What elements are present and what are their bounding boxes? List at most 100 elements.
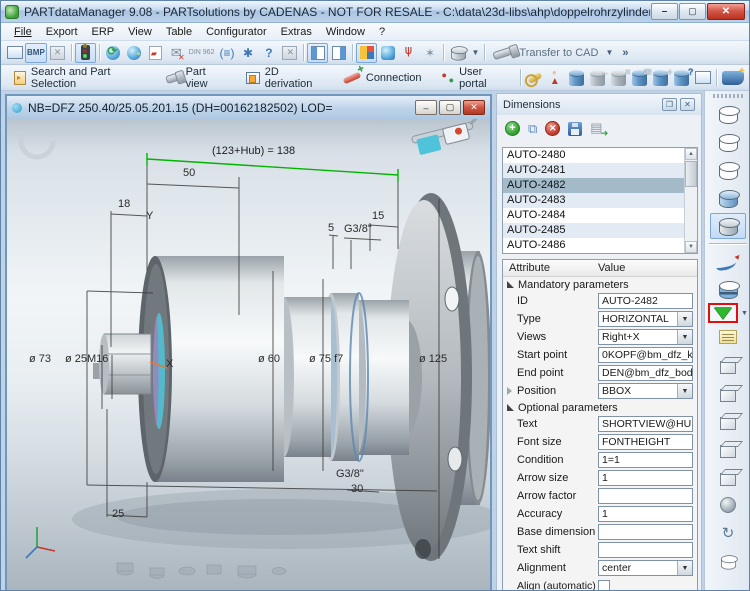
mail-remove-icon[interactable]: ✉ [166, 43, 187, 63]
wizard-wand-icon[interactable]: ✶ [419, 43, 440, 63]
base-dimension-field[interactable] [598, 524, 693, 540]
update-globe-icon[interactable] [103, 43, 124, 63]
dimension-list-item[interactable]: AUTO-2483 [503, 193, 697, 208]
connection-button[interactable]: Connection [333, 67, 432, 89]
price-cart-icon[interactable] [47, 43, 68, 63]
world-catalog-icon[interactable] [124, 43, 145, 63]
hierarchy-icon[interactable] [398, 43, 419, 63]
database-query-icon[interactable]: ? [671, 68, 692, 88]
cube-view-icon[interactable] [710, 464, 746, 490]
type-dropdown[interactable]: HORIZONTAL [598, 311, 693, 327]
panel-float-icon[interactable]: ❐ [662, 98, 677, 111]
copy-dimension-button[interactable] [528, 121, 537, 137]
rotate-view-icon[interactable] [710, 520, 746, 546]
start-point-field[interactable]: 0KOPF@bm_dfz_kopf_vorne [598, 347, 693, 363]
dimension-list-item[interactable]: AUTO-2480 [503, 148, 697, 163]
cylinder-active-icon[interactable] [710, 213, 746, 239]
menu-file[interactable]: File [7, 25, 39, 39]
position-dropdown[interactable]: BBOX [598, 383, 693, 399]
cube-view-icon[interactable] [710, 408, 746, 434]
menu-export[interactable]: Export [39, 25, 85, 39]
save-dimensions-button[interactable] [568, 122, 582, 136]
cube-view-icon[interactable] [710, 380, 746, 406]
2d-derivation-button[interactable]: 2D derivation [236, 67, 333, 89]
menu-help[interactable]: ? [372, 25, 392, 39]
menu-window[interactable]: Window [319, 25, 372, 39]
arrow-size-field[interactable]: 1 [598, 470, 693, 486]
part-view-button[interactable]: Part view [156, 67, 236, 89]
login-key-icon[interactable] [524, 68, 545, 88]
list-scrollbar[interactable]: ▲ ▼ [684, 148, 697, 253]
cylinder-small-icon[interactable] [710, 548, 746, 574]
user-account-icon[interactable] [545, 68, 566, 88]
text-field[interactable]: SHORTVIEW@HUB2D ENDIF} [598, 416, 693, 432]
menu-extras[interactable]: Extras [274, 25, 319, 39]
equation-icon[interactable]: (≡) [216, 43, 237, 63]
dimension-list[interactable]: AUTO-2480AUTO-2481AUTO-2482AUTO-2483 AUTO… [502, 147, 698, 254]
dimension-type-dropdown[interactable]: ▼ [708, 303, 748, 323]
section-mandatory[interactable]: Mandatory parameters [503, 277, 697, 292]
accuracy-field[interactable]: 1 [598, 506, 693, 522]
table-config-icon[interactable] [328, 43, 349, 63]
scroll-thumb[interactable] [685, 161, 697, 187]
sap-icon[interactable] [720, 68, 746, 88]
expander-icon[interactable] [507, 387, 512, 395]
data-table-icon[interactable] [692, 68, 713, 88]
columns-view-icon[interactable] [307, 43, 328, 63]
toolbar-overflow-icon[interactable]: » [622, 47, 628, 59]
chevron-down-icon[interactable]: ▼ [741, 310, 748, 317]
section-optional[interactable]: Optional parameters [503, 400, 697, 415]
database-restore-icon[interactable]: ← [587, 68, 608, 88]
scroll-up-icon[interactable]: ▲ [685, 148, 697, 160]
drag-grip[interactable] [713, 94, 743, 98]
dimension-list-item[interactable]: AUTO-2486 [503, 238, 697, 253]
scroll-down-icon[interactable]: ▼ [685, 241, 697, 253]
cylinder-outline-icon[interactable] [710, 101, 746, 127]
minimize-button[interactable] [651, 3, 678, 20]
viewport-3d-canvas[interactable]: (123+Hub) = 1385018Y155G3/8"ø 73ø 25M16X… [7, 119, 490, 591]
rack-icon[interactable] [279, 43, 300, 63]
cube-view-icon[interactable] [710, 352, 746, 378]
robot-export-icon[interactable] [377, 43, 398, 63]
align-automatic-checkbox[interactable] [598, 580, 610, 591]
cube-view-icon[interactable] [710, 436, 746, 462]
delete-dimension-button[interactable] [545, 121, 560, 136]
arrow-factor-field[interactable] [598, 488, 693, 504]
cylinder-blue-icon[interactable] [710, 185, 746, 211]
dimension-list-item[interactable]: AUTO-2481 [503, 163, 697, 178]
dimensions-panel-titlebar[interactable]: Dimensions ❐ ✕ [497, 94, 701, 115]
menu-table[interactable]: Table [159, 25, 199, 39]
menu-view[interactable]: View [121, 25, 159, 39]
close-button[interactable] [707, 3, 745, 20]
views-dropdown[interactable]: Right+X [598, 329, 693, 345]
viewport-close-button[interactable]: ✕ [463, 100, 485, 115]
cylinder-outline-icon[interactable] [710, 129, 746, 155]
viewport-titlebar[interactable]: NB=DFZ 250.40/25.05.201.15 (DH=001621825… [7, 96, 490, 119]
export-dimensions-button[interactable] [590, 121, 605, 136]
sphere-view-icon[interactable] [710, 492, 746, 518]
font-size-field[interactable]: FONTHEIGHT [598, 434, 693, 450]
viewport-restore-button[interactable]: ▢ [439, 100, 461, 115]
panel-close-icon[interactable]: ✕ [680, 98, 695, 111]
menu-configurator[interactable]: Configurator [199, 25, 274, 39]
report-table-icon[interactable] [4, 43, 25, 63]
text-shift-field[interactable] [598, 542, 693, 558]
id-field[interactable]: AUTO-2482 [598, 293, 693, 309]
cylinder-outline-icon[interactable] [710, 157, 746, 183]
dimension-list-item[interactable]: AUTO-2482 [503, 178, 697, 193]
alignment-dropdown[interactable]: center [598, 560, 693, 576]
user-portal-button[interactable]: User portal [432, 67, 518, 89]
green-triangle-icon[interactable] [714, 307, 732, 319]
din-962-icon[interactable]: DIN 962 [187, 43, 217, 63]
add-dimension-button[interactable] [505, 121, 520, 136]
traffic-light-icon[interactable] [75, 43, 96, 63]
database-delete-icon[interactable]: × [608, 68, 629, 88]
assembly-blocks-icon[interactable] [356, 43, 377, 63]
dimensioning-swoosh-icon[interactable] [710, 248, 746, 274]
search-part-selection-button[interactable]: Search and Part Selection [4, 67, 156, 89]
dimension-list-item[interactable]: AUTO-2485 [503, 223, 697, 238]
database-icon[interactable] [566, 68, 587, 88]
database-add-icon[interactable]: + [650, 68, 671, 88]
transfer-to-cad-button[interactable]: Transfer to CAD ▼ [488, 43, 618, 63]
bmp-export-icon[interactable]: BMP [25, 43, 47, 63]
